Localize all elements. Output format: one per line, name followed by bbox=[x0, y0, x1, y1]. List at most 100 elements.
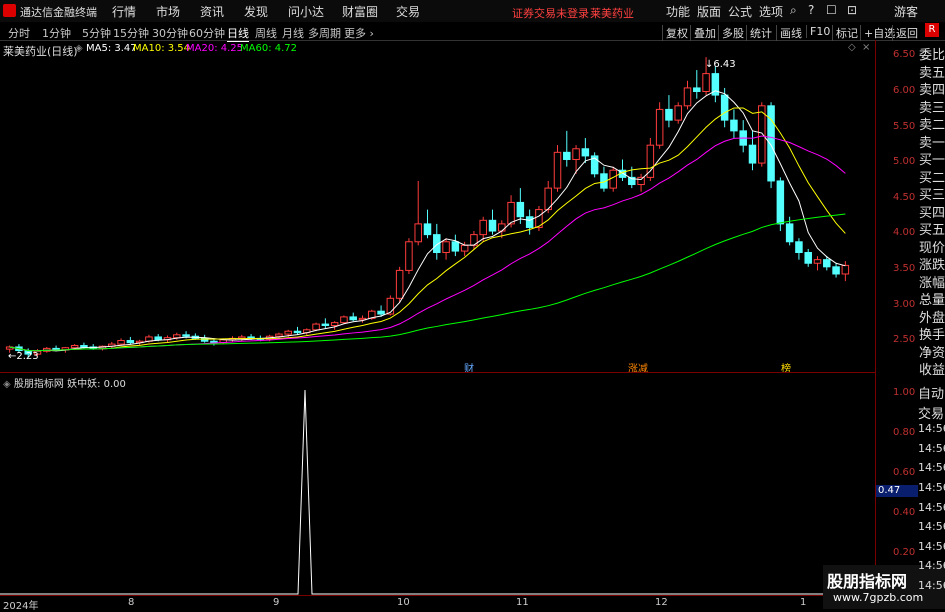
account-icon[interactable]: ☐ bbox=[826, 3, 837, 17]
button-fuquan[interactable]: 复权 bbox=[662, 25, 691, 41]
tab-multi-period[interactable]: 多周期 bbox=[308, 25, 341, 41]
candle[interactable] bbox=[321, 323, 330, 326]
candle[interactable] bbox=[683, 87, 692, 107]
menu-gongshi[interactable]: 公式 bbox=[728, 3, 752, 20]
menu-caifuquan[interactable]: 财富圈 bbox=[342, 3, 378, 20]
candle[interactable] bbox=[479, 219, 487, 236]
candle[interactable] bbox=[693, 87, 701, 93]
candle[interactable] bbox=[563, 151, 571, 160]
candle[interactable] bbox=[804, 252, 812, 264]
side-item[interactable]: 卖三 bbox=[919, 97, 945, 116]
side-item[interactable]: 涨幅 bbox=[919, 272, 945, 291]
tab-fenshi[interactable]: 分时 bbox=[8, 25, 30, 41]
menu-banmian[interactable]: 版面 bbox=[697, 3, 721, 20]
tab-15min[interactable]: 15分钟 bbox=[113, 25, 149, 41]
candle[interactable] bbox=[572, 148, 580, 160]
candle[interactable] bbox=[823, 259, 831, 268]
candle[interactable] bbox=[637, 176, 645, 186]
candle[interactable] bbox=[405, 241, 413, 271]
candle[interactable] bbox=[730, 119, 738, 132]
candle[interactable] bbox=[498, 223, 506, 232]
side-item[interactable]: 买三 bbox=[919, 184, 945, 203]
side-item[interactable]: 换手 bbox=[919, 324, 945, 343]
candle[interactable] bbox=[832, 266, 840, 275]
menu-zixun[interactable]: 资讯 bbox=[200, 3, 224, 20]
button-tongji[interactable]: 统计 bbox=[746, 25, 775, 41]
side-item[interactable]: 外盘 bbox=[919, 307, 945, 326]
menu-shichang[interactable]: 市场 bbox=[156, 3, 180, 20]
side-item[interactable]: 卖四 bbox=[919, 79, 945, 98]
candle[interactable] bbox=[293, 330, 302, 334]
tab-60min[interactable]: 60分钟 bbox=[189, 25, 225, 41]
side-item[interactable]: 总量 bbox=[919, 289, 945, 308]
candle[interactable] bbox=[655, 108, 664, 146]
button-diejia[interactable]: 叠加 bbox=[690, 25, 719, 41]
candle[interactable] bbox=[451, 241, 460, 252]
candle[interactable] bbox=[758, 105, 766, 164]
candle[interactable] bbox=[349, 316, 357, 321]
candle[interactable] bbox=[674, 105, 682, 121]
candle[interactable] bbox=[126, 340, 135, 344]
side-item[interactable]: 卖一 bbox=[919, 132, 945, 151]
candle[interactable] bbox=[460, 244, 469, 252]
r-badge[interactable]: R bbox=[925, 23, 939, 37]
candle[interactable] bbox=[70, 345, 79, 349]
menu-faxian[interactable]: 发现 bbox=[244, 3, 268, 20]
candle[interactable] bbox=[776, 180, 785, 225]
candle[interactable] bbox=[609, 169, 617, 189]
tab-monthly[interactable]: 月线 bbox=[282, 25, 304, 41]
side-item[interactable]: 买二 bbox=[919, 167, 945, 186]
candle[interactable] bbox=[507, 201, 515, 225]
side-item[interactable]: 卖二 bbox=[919, 114, 945, 133]
indicator-chart[interactable] bbox=[0, 372, 875, 595]
candle[interactable] bbox=[80, 345, 88, 348]
candle[interactable] bbox=[813, 259, 822, 264]
candle[interactable] bbox=[377, 310, 385, 315]
candle[interactable] bbox=[312, 323, 320, 331]
tab-weekly[interactable]: 周线 bbox=[255, 25, 277, 41]
button-biaoji[interactable]: 标记 bbox=[832, 25, 861, 41]
candle[interactable] bbox=[665, 108, 673, 121]
menu-wenxiaoda[interactable]: 问小达 bbox=[288, 3, 324, 20]
candle[interactable] bbox=[154, 336, 162, 341]
candle[interactable] bbox=[841, 264, 850, 275]
candle[interactable] bbox=[795, 241, 803, 254]
help-icon[interactable]: ? bbox=[808, 3, 814, 17]
button-back[interactable]: 返回 bbox=[892, 25, 921, 41]
candle[interactable] bbox=[720, 94, 729, 121]
button-f10[interactable]: F10 bbox=[806, 25, 833, 38]
candle[interactable] bbox=[442, 241, 450, 254]
menu-jiaoyi[interactable]: 交易 bbox=[396, 3, 420, 20]
candle[interactable] bbox=[340, 316, 348, 324]
candle[interactable] bbox=[748, 144, 757, 164]
candle[interactable] bbox=[702, 73, 710, 93]
candle[interactable] bbox=[330, 322, 339, 326]
side-item[interactable]: 收益 bbox=[919, 359, 945, 378]
candlestick-chart[interactable] bbox=[0, 40, 875, 372]
candle[interactable] bbox=[275, 333, 283, 337]
candle[interactable] bbox=[581, 148, 590, 157]
menu-xuanxiang[interactable]: 选项 bbox=[759, 3, 783, 20]
tab-5min[interactable]: 5分钟 bbox=[82, 25, 111, 41]
candle[interactable] bbox=[173, 334, 181, 339]
menu-gongneng[interactable]: 功能 bbox=[666, 3, 690, 20]
candle[interactable] bbox=[117, 340, 125, 345]
candle[interactable] bbox=[284, 330, 292, 335]
candle[interactable] bbox=[182, 334, 190, 337]
candle[interactable] bbox=[553, 151, 562, 189]
candle[interactable] bbox=[488, 219, 497, 232]
candle[interactable] bbox=[785, 223, 794, 243]
button-duogu[interactable]: 多股 bbox=[718, 25, 747, 41]
user-label[interactable]: 游客 bbox=[894, 3, 918, 20]
menu-hangqing[interactable]: 行情 bbox=[112, 3, 136, 20]
candle[interactable] bbox=[516, 201, 525, 218]
side-item[interactable]: 买一 bbox=[919, 149, 945, 168]
candle[interactable] bbox=[423, 223, 432, 236]
tab-more[interactable]: 更多 › bbox=[344, 25, 374, 41]
tab-1min[interactable]: 1分钟 bbox=[42, 25, 71, 41]
tab-30min[interactable]: 30分钟 bbox=[152, 25, 188, 41]
candle[interactable] bbox=[414, 223, 422, 243]
side-item[interactable]: 买四 bbox=[919, 202, 945, 221]
side-item[interactable]: 现价 bbox=[919, 237, 945, 256]
side-item[interactable]: 买五 bbox=[919, 219, 945, 238]
